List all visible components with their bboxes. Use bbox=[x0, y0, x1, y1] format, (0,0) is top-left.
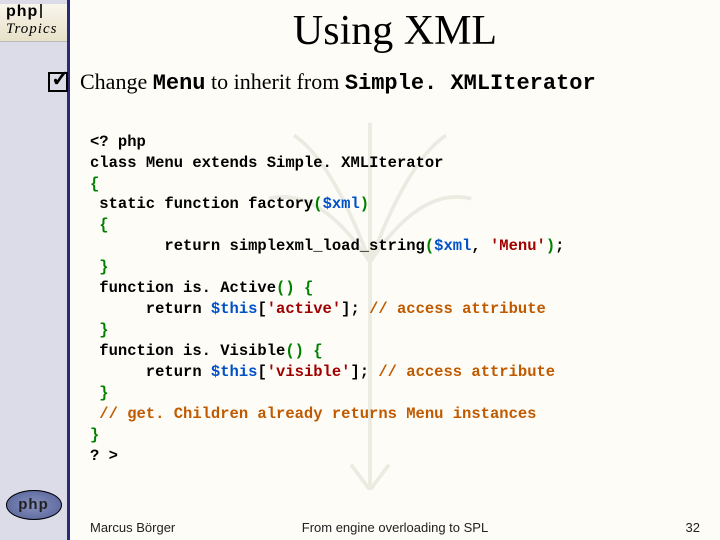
code-brace: } bbox=[90, 258, 109, 276]
code-sep: [ bbox=[257, 363, 266, 381]
code-line: return simplexml_load_string bbox=[90, 237, 425, 255]
code-paren: ( bbox=[425, 237, 434, 255]
code-line: return bbox=[90, 300, 211, 318]
code-line: function is. Visible bbox=[90, 342, 285, 360]
slide-title: Using XML bbox=[90, 8, 700, 54]
bullet-mid: to inherit from bbox=[206, 69, 345, 94]
code-brace: { bbox=[304, 342, 323, 360]
bullet-code2: Simple. XMLIterator bbox=[345, 71, 596, 96]
code-line: <? php bbox=[90, 133, 146, 151]
code-paren: ) bbox=[360, 195, 369, 213]
slide-body: Using XML Change Menu to inherit from Si… bbox=[70, 0, 720, 540]
code-kw: class bbox=[90, 154, 146, 172]
code-sep: ; bbox=[555, 237, 564, 255]
checkbox-icon bbox=[48, 72, 68, 92]
bullet-text: Change Menu to inherit from Simple. XMLI… bbox=[80, 68, 596, 98]
code-paren: ( bbox=[313, 195, 322, 213]
php-logo: php bbox=[6, 490, 62, 520]
code-brace: } bbox=[90, 426, 99, 444]
bullet-item: Change Menu to inherit from Simple. XMLI… bbox=[90, 68, 700, 98]
code-str: 'Menu' bbox=[490, 237, 546, 255]
code-line: function is. Active bbox=[90, 279, 276, 297]
code-block: <? php class Menu extends Simple. XMLIte… bbox=[90, 132, 700, 467]
brand-bottom-text: Tropics bbox=[6, 22, 67, 37]
code-str: 'active' bbox=[267, 300, 341, 318]
code-line: return bbox=[90, 363, 211, 381]
bullet-pre: Change bbox=[80, 69, 153, 94]
code-var: $this bbox=[211, 300, 258, 318]
code-brace: { bbox=[90, 175, 99, 193]
code-line: static function factory bbox=[90, 195, 313, 213]
code-sep: [ bbox=[257, 300, 266, 318]
code-str: 'visible' bbox=[267, 363, 351, 381]
footer-author: Marcus Börger bbox=[90, 521, 175, 534]
code-brace: { bbox=[90, 216, 109, 234]
footer-talk: From engine overloading to SPL bbox=[90, 521, 700, 534]
code-brace: } bbox=[90, 321, 109, 339]
code-comment: // access attribute bbox=[369, 300, 546, 318]
bullet-code1: Menu bbox=[153, 71, 206, 96]
code-paren: () bbox=[276, 279, 295, 297]
code-var: $this bbox=[211, 363, 258, 381]
code-sep: ]; bbox=[341, 300, 369, 318]
code-paren: ) bbox=[546, 237, 555, 255]
code-sep: ]; bbox=[350, 363, 378, 381]
code-var: $xml bbox=[434, 237, 471, 255]
code-line: ? > bbox=[90, 447, 118, 465]
code-comment: // get. Children already returns Menu in… bbox=[90, 405, 536, 423]
code-var: $xml bbox=[323, 195, 360, 213]
footer-page: 32 bbox=[686, 521, 700, 534]
code-brace: } bbox=[90, 384, 109, 402]
code-sep: , bbox=[471, 237, 490, 255]
code-brace: { bbox=[295, 279, 314, 297]
code-cls: Simple. XMLIterator bbox=[267, 154, 444, 172]
brand-badge: php Tropics bbox=[0, 4, 67, 42]
brand-top-text: php bbox=[6, 3, 38, 20]
code-comment: // access attribute bbox=[378, 363, 555, 381]
code-paren: () bbox=[285, 342, 304, 360]
code-kw: extends bbox=[183, 154, 267, 172]
code-cls: Menu bbox=[146, 154, 183, 172]
slide-footer: Marcus Börger From engine overloading to… bbox=[90, 521, 700, 534]
